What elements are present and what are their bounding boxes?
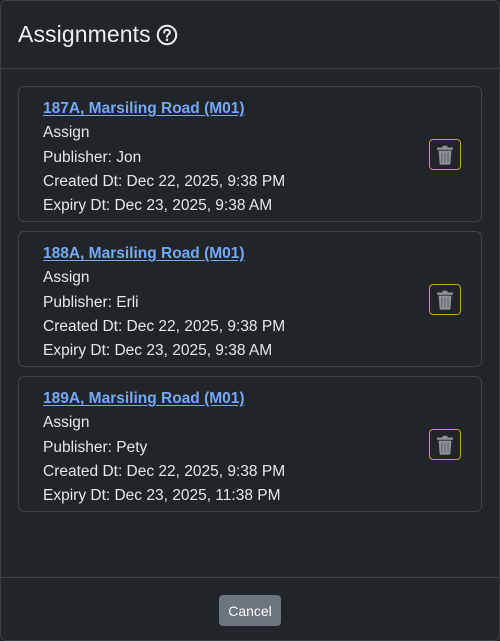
modal-header: Assignments: [1, 1, 499, 69]
assignment-type: Assign: [43, 269, 90, 287]
trash-icon: [437, 145, 453, 165]
assignment-type: Assign: [43, 414, 90, 432]
assignment-card: 188A, Marsiling Road (M01) Assign Publis…: [18, 231, 482, 367]
assignments-list: 187A, Marsiling Road (M01) Assign Publis…: [1, 69, 499, 512]
assignments-modal: Assignments 187A, Marsiling Road (M01) A…: [0, 0, 500, 641]
expiry-date-text: Expiry Dt: Dec 23, 2025, 9:38 AM: [43, 342, 273, 360]
assignment-type: Assign: [43, 124, 90, 142]
cancel-button[interactable]: Cancel: [219, 595, 281, 626]
question-circle-icon[interactable]: [156, 24, 178, 46]
delete-button[interactable]: [429, 284, 461, 315]
location-link[interactable]: 187A, Marsiling Road (M01): [43, 100, 245, 117]
modal-title: Assignments: [18, 21, 151, 47]
delete-button[interactable]: [429, 139, 461, 170]
trash-icon: [437, 290, 453, 310]
created-date-text: Created Dt: Dec 22, 2025, 9:38 PM: [43, 317, 286, 335]
publisher-text: Publisher: Jon: [43, 148, 142, 166]
created-date-text: Created Dt: Dec 22, 2025, 9:38 PM: [43, 462, 286, 480]
modal-footer: Cancel: [1, 577, 499, 641]
trash-icon: [437, 435, 453, 455]
publisher-text: Publisher: Erli: [43, 293, 139, 311]
expiry-date-text: Expiry Dt: Dec 23, 2025, 9:38 AM: [43, 197, 273, 215]
publisher-text: Publisher: Pety: [43, 438, 148, 456]
created-date-text: Created Dt: Dec 22, 2025, 9:38 PM: [43, 172, 286, 190]
location-link[interactable]: 188A, Marsiling Road (M01): [43, 245, 245, 262]
delete-button[interactable]: [429, 429, 461, 460]
location-link[interactable]: 189A, Marsiling Road (M01): [43, 390, 245, 407]
expiry-date-text: Expiry Dt: Dec 23, 2025, 11:38 PM: [43, 487, 281, 505]
assignment-card: 187A, Marsiling Road (M01) Assign Publis…: [18, 86, 482, 222]
assignment-card: 189A, Marsiling Road (M01) Assign Publis…: [18, 376, 482, 512]
